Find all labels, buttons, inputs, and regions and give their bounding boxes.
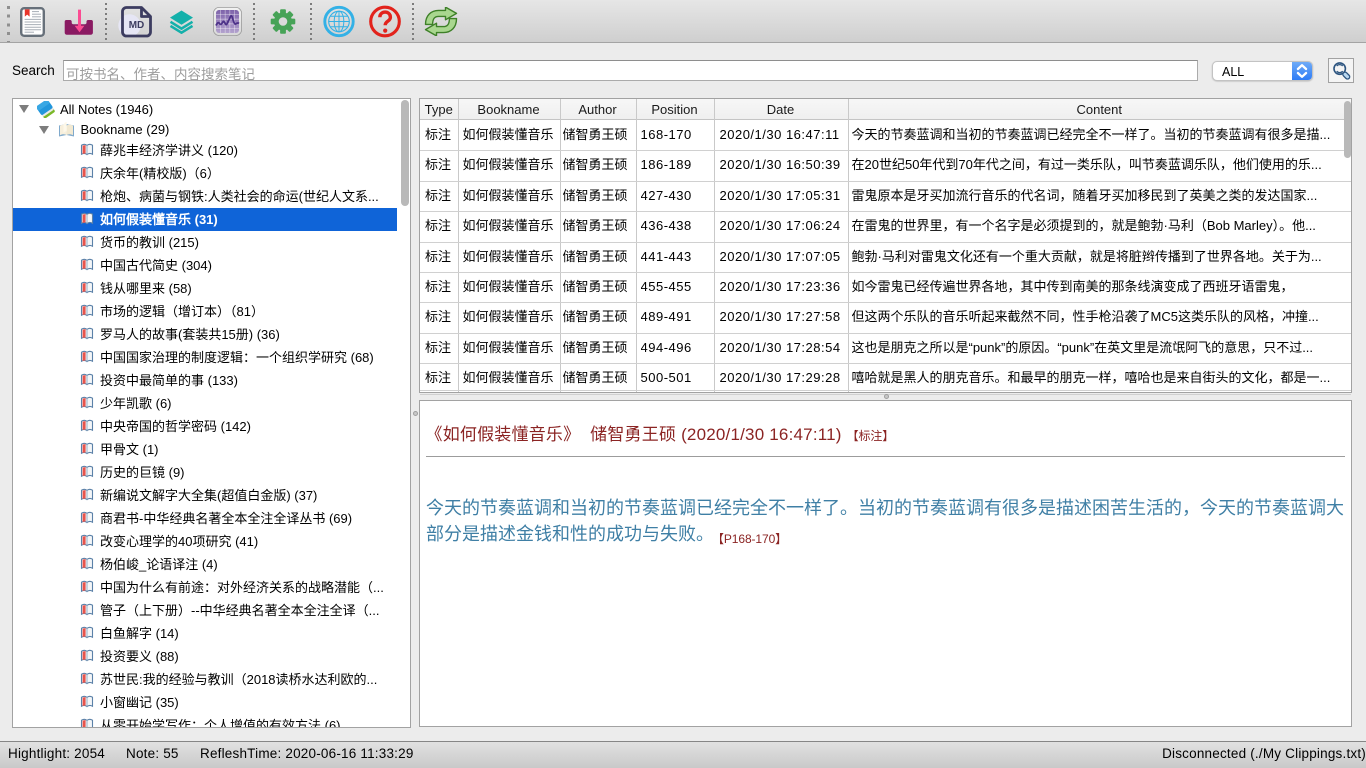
svg-text:MD: MD xyxy=(129,20,145,31)
